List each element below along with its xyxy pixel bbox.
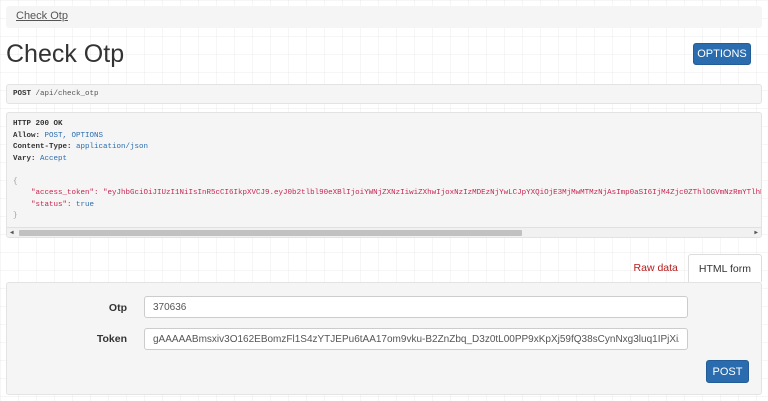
request-path: /api/check_otp <box>35 90 99 98</box>
scroll-right-icon[interactable]: ▶ <box>754 228 758 237</box>
response-header-content-type: Content-Type: application/json <box>13 142 755 154</box>
page-title: Check Otp <box>6 40 125 68</box>
response-panel: HTTP 200 OK Allow: POST, OPTIONS Content… <box>6 112 762 238</box>
html-form-panel: Otp Token POST <box>6 282 762 395</box>
header-name: Allow: <box>13 131 41 140</box>
header-value: Accept <box>40 154 68 163</box>
header-value: application/json <box>76 143 149 151</box>
json-literal-value: true <box>76 200 95 209</box>
response-status: HTTP 200 OK <box>13 120 63 128</box>
horizontal-scrollbar[interactable]: ◀ ▶ <box>7 227 761 237</box>
json-line-status: "status": true <box>13 200 755 212</box>
breadcrumb-link-check-otp[interactable]: Check Otp <box>16 10 68 22</box>
response-header-allow: Allow: POST, OPTIONS <box>13 131 755 143</box>
response-header-vary: Vary: Accept <box>13 154 755 166</box>
request-info: POST /api/check_otp <box>6 84 762 104</box>
json-key: "access_token": <box>31 189 99 197</box>
tab-raw-data[interactable]: Raw data <box>624 254 688 282</box>
header-name: Content-Type: <box>13 143 72 151</box>
json-open-brace: { <box>13 177 18 186</box>
otp-input[interactable] <box>144 296 688 318</box>
scroll-left-icon[interactable]: ◀ <box>10 228 14 237</box>
breadcrumb: Check Otp <box>6 6 762 28</box>
json-line-access-token: "access_token": "eyJhbGciOiJIUzI1NiIsInR… <box>13 188 761 200</box>
format-tabs: Raw data HTML form <box>624 254 762 282</box>
request-method: POST <box>13 90 32 98</box>
options-button[interactable]: OPTIONS <box>693 43 751 65</box>
scrollbar-thumb[interactable] <box>19 230 522 236</box>
tab-html-form[interactable]: HTML form <box>687 254 762 282</box>
header-value: POST, OPTIONS <box>44 131 104 140</box>
token-label: Token <box>96 333 127 345</box>
token-input[interactable] <box>144 328 688 350</box>
post-button[interactable]: POST <box>706 360 749 383</box>
header-name: Vary: <box>13 154 36 163</box>
json-key: "status": <box>31 200 72 209</box>
json-close-brace: } <box>13 212 18 220</box>
otp-label: Otp <box>108 302 127 314</box>
json-string-value: "eyJhbGciOiJIUzI1NiIsInR5cCI6IkpXVCJ9.ey… <box>103 189 762 197</box>
